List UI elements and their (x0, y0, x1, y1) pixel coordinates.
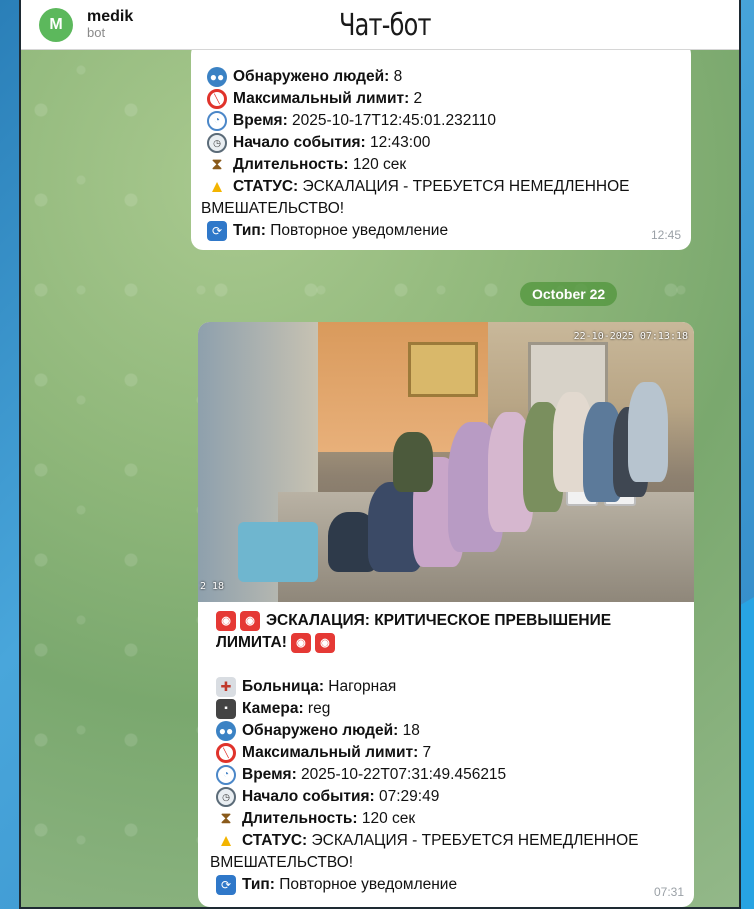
chat-header: M medik bot Чат-бот (21, 0, 739, 50)
warning-icon: ▲ (208, 177, 226, 196)
field-value: ЭСКАЛАЦИЯ - ТРЕБУЕТСЯ НЕМЕДЛЕННОЕ (298, 178, 630, 195)
stopwatch-icon: ◷ (216, 787, 236, 807)
message-line: ◷ Начало события: 07:29:49 (216, 786, 682, 808)
alert-headline: ◉ ◉ ЭСКАЛАЦИЯ: КРИТИЧЕСКОЕ ПРЕВЫШЕНИЕ (216, 610, 682, 632)
message-time: 07:31 (653, 885, 684, 899)
message-line: ВМЕШАТЕЛЬСТВО! (210, 852, 682, 874)
message-line: ⟳ Тип: Повторное уведомление (216, 874, 682, 896)
avatar[interactable]: M (39, 7, 73, 42)
field-value: Нагорная (324, 678, 397, 695)
repeat-icon: ⟳ (216, 875, 236, 895)
hourglass-icon: ⧗ (220, 810, 232, 827)
field-value: 2025-10-17T12:45:01.232110 (287, 112, 497, 129)
field-value: ВМЕШАТЕЛЬСТВО! (210, 854, 354, 871)
field-label: Длительность: (233, 156, 349, 173)
alert-headline-text: ЛИМИТА! (216, 634, 287, 651)
message-line: ●● Обнаружено людей: 18 (216, 720, 682, 742)
field-label: СТАТУС: (242, 832, 308, 849)
hourglass-icon: ⧗ (211, 156, 223, 173)
field-label: Время: (233, 112, 288, 129)
bot-subtitle: bot (87, 25, 106, 41)
bot-info[interactable]: medik bot (87, 8, 133, 41)
field-value: Повторное уведомление (274, 876, 458, 893)
message-line: ✚ Больница: Нагорная (216, 676, 682, 698)
field-value: Повторное уведомление (265, 222, 449, 239)
field-label: СТАТУС: (233, 178, 299, 195)
camera-snapshot-image[interactable]: 22-10-2025 07:13:18 2 18 (198, 322, 694, 602)
field-label: Длительность: (242, 810, 358, 827)
field-value: 12:43:00 (365, 134, 431, 151)
no-entry-icon: ╲ (216, 743, 236, 763)
clock-icon: ◔ (216, 765, 236, 785)
field-value: 2025-10-22T07:31:49.456215 (296, 766, 507, 783)
people-icon: ●● (216, 721, 236, 741)
field-label: Тип: (242, 876, 275, 893)
bot-name: medik (87, 7, 134, 25)
field-label: Начало события: (242, 788, 375, 805)
message-line: ⟳ Тип: Повторное уведомление (207, 220, 679, 242)
hospital-icon: ✚ (216, 677, 236, 697)
camera-icon: ▪ (216, 699, 236, 719)
field-value: 18 (398, 722, 420, 739)
message-line: ▲ СТАТУС: ЭСКАЛАЦИЯ - ТРЕБУЕТСЯ НЕМЕДЛЕН… (207, 176, 679, 198)
field-value: 120 сек (348, 156, 407, 173)
message-line: ▪ Камера: reg (216, 698, 682, 720)
field-label: Камера: (242, 700, 304, 717)
message-text: ◉ ◉ ЭСКАЛАЦИЯ: КРИТИЧЕСКОЕ ПРЕВЫШЕНИЕ ЛИ… (198, 602, 694, 896)
alert-headline-text: ЭСКАЛАЦИЯ: КРИТИЧЕСКОЕ ПРЕВЫШЕНИЕ (266, 612, 612, 629)
message-line: ╲ Максимальный лимит: 2 (207, 88, 679, 110)
photo-reception-desk (238, 522, 318, 582)
message-bubble[interactable]: 22-10-2025 07:13:18 2 18 ◉ ◉ ЭСКАЛАЦИЯ: … (198, 322, 694, 907)
field-label: Время: (242, 766, 297, 783)
field-label: Больница: (242, 678, 324, 695)
field-value: 120 сек (357, 810, 416, 827)
people-icon: ●● (207, 67, 227, 87)
message-line: ▲ СТАТУС: ЭСКАЛАЦИЯ - ТРЕБУЕТСЯ НЕМЕДЛЕН… (216, 830, 682, 852)
field-label: Обнаружено людей: (233, 68, 390, 85)
warning-icon: ▲ (217, 831, 235, 850)
stopwatch-icon: ◷ (207, 133, 227, 153)
alert-headline: ЛИМИТА! ◉ ◉ (216, 632, 682, 654)
camera-corner-mark: 2 18 (200, 581, 225, 592)
field-label: Максимальный лимит: (233, 90, 410, 107)
field-value: 8 (389, 68, 403, 85)
message-line: ⧗ Длительность: 120 сек (207, 154, 679, 176)
field-value: 07:29:49 (374, 788, 440, 805)
date-separator: October 22 (520, 282, 618, 306)
message-line: ●● Обнаружено людей: 8 (207, 66, 679, 88)
message-line: ◔ Время: 2025-10-17T12:45:01.232110 (207, 110, 679, 132)
siren-icon: ◉ (314, 633, 335, 653)
message-time: 12:45 (650, 228, 681, 242)
no-entry-icon: ╲ (207, 89, 227, 109)
siren-icon: ◉ (216, 611, 236, 631)
field-value: 7 (418, 744, 432, 761)
field-label: Обнаружено людей: (242, 722, 399, 739)
photo-crowd (328, 362, 668, 572)
siren-icon: ◉ (290, 633, 311, 653)
field-label: Тип: (233, 222, 266, 239)
message-line: ⧗ Длительность: 120 сек (216, 808, 682, 830)
message-line: ◷ Начало события: 12:43:00 (207, 132, 679, 154)
message-line: ВМЕШАТЕЛЬСТВО! (201, 198, 679, 220)
repeat-icon: ⟳ (207, 221, 227, 241)
clock-icon: ◔ (207, 111, 227, 131)
message-bubble[interactable]: ●● Обнаружено людей: 8 ╲ Максимальный ли… (191, 42, 691, 250)
siren-icon: ◉ (240, 611, 260, 631)
chat-window: M medik bot Чат-бот ●● Обнаружено людей:… (19, 0, 741, 909)
field-label: Максимальный лимит: (242, 744, 419, 761)
field-value: ЭСКАЛАЦИЯ - ТРЕБУЕТСЯ НЕМЕДЛЕННОЕ (307, 832, 639, 849)
message-line: ╲ Максимальный лимит: 7 (216, 742, 682, 764)
message-line: ◔ Время: 2025-10-22T07:31:49.456215 (216, 764, 682, 786)
page-title: Чат-бот (339, 8, 431, 43)
camera-timestamp: 22-10-2025 07:13:18 (573, 331, 688, 342)
field-value: 2 (409, 90, 423, 107)
field-label: Начало события: (233, 134, 366, 151)
field-value: reg (303, 700, 331, 717)
field-value: ВМЕШАТЕЛЬСТВО! (201, 200, 345, 217)
